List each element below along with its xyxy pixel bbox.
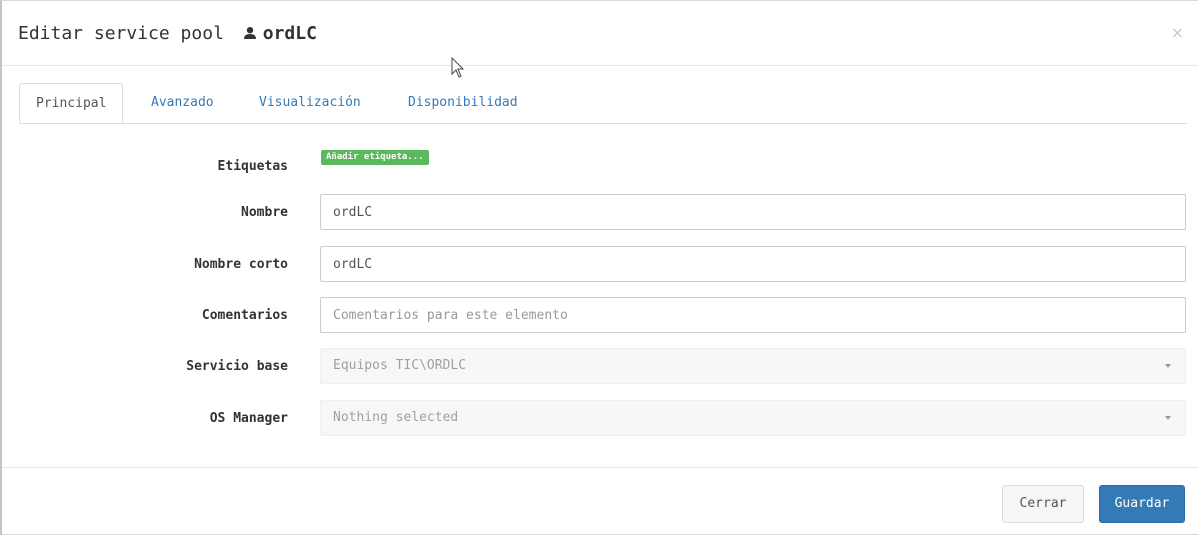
tab-principal[interactable]: Principal bbox=[19, 83, 124, 123]
caret-down-icon bbox=[1165, 416, 1171, 420]
tab-bar: Principal Avanzado Visualización Disponi… bbox=[19, 83, 1187, 124]
os-manager-value: Nothing selected bbox=[333, 410, 459, 425]
tab-disponibilidad[interactable]: Disponibilidad bbox=[408, 83, 518, 123]
dialog-header: Editar service pool ordLC × bbox=[2, 1, 1198, 66]
tags-label: Etiquetas bbox=[217, 159, 288, 174]
comments-label: Comentarios bbox=[201, 308, 288, 323]
mouse-cursor-icon bbox=[451, 57, 465, 78]
name-input[interactable] bbox=[320, 194, 1186, 230]
short-name-input[interactable] bbox=[320, 246, 1186, 282]
short-name-label: Nombre corto bbox=[194, 257, 288, 272]
comments-input[interactable] bbox=[320, 297, 1186, 333]
tab-visualizacion[interactable]: Visualización bbox=[259, 83, 361, 123]
os-manager-select[interactable]: Nothing selected bbox=[320, 400, 1186, 436]
dialog-title: Editar service pool ordLC bbox=[18, 23, 317, 44]
dialog-title-text: Editar service pool bbox=[18, 23, 224, 44]
os-manager-label: OS Manager bbox=[209, 411, 288, 426]
close-icon[interactable]: × bbox=[1171, 23, 1184, 42]
user-icon bbox=[243, 24, 257, 39]
dialog-footer: Cerrar Guardar bbox=[2, 467, 1198, 535]
base-service-select[interactable]: Equipos TIC\ORDLC bbox=[320, 348, 1186, 384]
edit-service-pool-dialog: Editar service pool ordLC × Principal Av… bbox=[0, 0, 1198, 535]
caret-down-icon bbox=[1165, 364, 1171, 368]
pool-name: ordLC bbox=[262, 23, 317, 44]
base-service-label: Servicio base bbox=[186, 359, 288, 374]
add-tag-button[interactable]: Añadir etiqueta... bbox=[321, 150, 429, 165]
base-service-value: Equipos TIC\ORDLC bbox=[333, 358, 467, 373]
name-label: Nombre bbox=[241, 205, 288, 220]
close-button[interactable]: Cerrar bbox=[1002, 485, 1084, 523]
save-button[interactable]: Guardar bbox=[1099, 485, 1185, 523]
tab-avanzado[interactable]: Avanzado bbox=[151, 83, 214, 123]
